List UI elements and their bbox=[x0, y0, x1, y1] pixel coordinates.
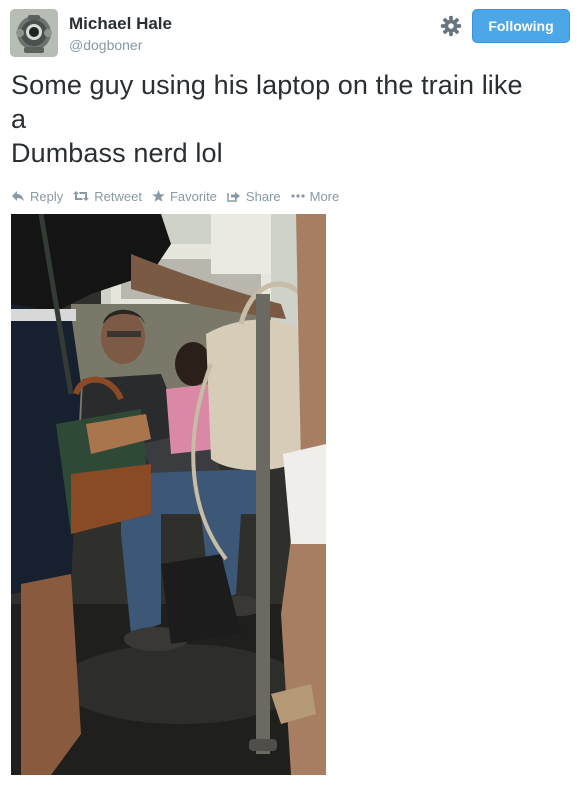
star-icon bbox=[152, 190, 165, 202]
train-photo-image bbox=[11, 214, 326, 775]
user-name[interactable]: Michael Hale bbox=[69, 14, 172, 34]
tweet-text-line: Some guy using his laptop on the train l… bbox=[11, 70, 523, 100]
more-action[interactable]: More bbox=[291, 188, 340, 204]
tweet-text-line: Dumbass nerd lol bbox=[11, 138, 223, 168]
gear-icon[interactable] bbox=[440, 15, 462, 37]
share-label: Share bbox=[245, 188, 281, 204]
reply-action[interactable]: Reply bbox=[11, 189, 63, 204]
more-label: More bbox=[309, 188, 340, 204]
tweet-text: Some guy using his laptop on the train l… bbox=[11, 68, 571, 170]
following-button[interactable]: Following bbox=[472, 9, 570, 43]
reply-icon bbox=[12, 191, 24, 201]
more-dots-icon bbox=[291, 194, 305, 198]
user-handle[interactable]: @dogboner bbox=[69, 37, 142, 53]
favorite-label: Favorite bbox=[169, 188, 217, 204]
share-icon bbox=[227, 191, 240, 202]
avatar[interactable] bbox=[10, 9, 58, 57]
reply-label: Reply bbox=[30, 188, 64, 204]
tweet-text-line: a bbox=[11, 104, 27, 134]
favorite-action[interactable]: Favorite bbox=[152, 189, 217, 204]
retweet-action[interactable]: Retweet bbox=[73, 189, 142, 204]
retweet-label: Retweet bbox=[94, 188, 142, 204]
tweet-actions: Reply Retweet Favorite Share More bbox=[11, 187, 349, 205]
retweet-icon bbox=[73, 191, 90, 201]
tweet-header: Michael Hale @dogboner Following bbox=[10, 9, 570, 57]
tweet-photo[interactable] bbox=[11, 214, 326, 775]
share-action[interactable]: Share bbox=[227, 189, 281, 204]
diving-helmet-icon bbox=[10, 9, 58, 57]
